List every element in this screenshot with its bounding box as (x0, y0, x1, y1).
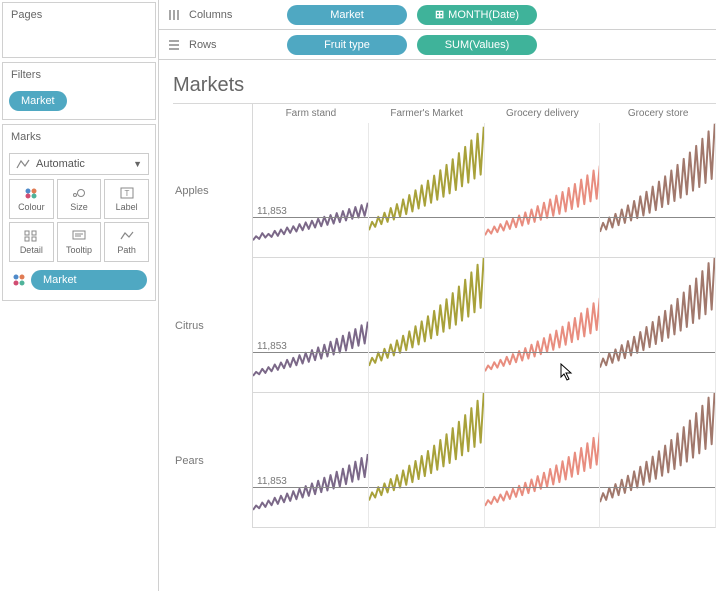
columns-icon (167, 9, 181, 21)
automatic-line-icon (16, 158, 30, 170)
rows-label: Rows (189, 39, 279, 51)
chart-cell[interactable] (369, 258, 485, 393)
chart-cell[interactable]: 11,853 (253, 123, 369, 258)
path-label: Path (117, 245, 136, 255)
size-label: Size (70, 202, 88, 212)
rows-icon (167, 39, 181, 51)
tooltip-button[interactable]: Tooltip (57, 222, 102, 262)
reference-line (600, 217, 715, 218)
path-icon (119, 229, 135, 243)
detail-icon (23, 229, 39, 243)
columns-label: Columns (189, 9, 279, 21)
chart-cell[interactable]: 11,853 (253, 258, 369, 393)
reference-line (369, 217, 484, 218)
expand-icon: ⊞ (435, 8, 444, 21)
marks-type-select[interactable]: Automatic ▼ (9, 153, 149, 175)
filters-label: Filters (3, 63, 155, 87)
marks-type-label: Automatic (36, 158, 85, 170)
chart-cell[interactable] (600, 393, 716, 528)
row-header[interactable]: Apples (173, 123, 253, 258)
rows-pill-fruit-type[interactable]: Fruit type (287, 35, 407, 55)
column-header[interactable]: Farm stand (253, 103, 369, 123)
size-icon (71, 186, 87, 200)
detail-label: Detail (20, 245, 43, 255)
column-header[interactable]: Grocery delivery (485, 103, 601, 123)
sidebar: Pages Filters Market Marks Automatic ▼ (0, 0, 158, 591)
filter-pill-market[interactable]: Market (9, 91, 67, 111)
label-label: Label (116, 202, 138, 212)
main-area: Columns Market ⊞MONTH(Date) Rows Fruit t… (158, 0, 716, 591)
filters-panel: Filters Market (2, 62, 156, 120)
chart-cell[interactable] (600, 258, 716, 393)
tooltip-icon (71, 229, 87, 243)
tooltip-label: Tooltip (66, 245, 92, 255)
columns-shelf[interactable]: Columns Market ⊞MONTH(Date) (159, 0, 716, 30)
column-header[interactable]: Grocery store (600, 103, 716, 123)
colour-icon (11, 272, 27, 288)
label-button[interactable]: T Label (104, 179, 149, 219)
reference-label: 11,853 (257, 206, 287, 217)
detail-button[interactable]: Detail (9, 222, 54, 262)
label-icon: T (119, 186, 135, 200)
colour-icon (23, 186, 39, 200)
chart-cell[interactable] (369, 123, 485, 258)
chart-cell[interactable] (369, 393, 485, 528)
reference-label: 11,853 (257, 476, 287, 487)
rows-shelf[interactable]: Rows Fruit type SUM(Values) (159, 30, 716, 60)
reference-line (485, 487, 600, 488)
viz-title[interactable]: Markets (173, 74, 716, 97)
chart-cell[interactable] (485, 393, 601, 528)
chevron-down-icon: ▼ (133, 159, 142, 169)
reference-line (369, 352, 484, 353)
row-header[interactable]: Citrus (173, 258, 253, 393)
colour-button[interactable]: Colour (9, 179, 54, 219)
reference-line (600, 352, 715, 353)
reference-line (600, 487, 715, 488)
chart-cell[interactable] (600, 123, 716, 258)
chart-cell[interactable]: 11,853 (253, 393, 369, 528)
chart-cell[interactable] (485, 258, 601, 393)
marks-panel: Marks Automatic ▼ Colour S (2, 124, 156, 301)
columns-pill-market[interactable]: Market (287, 5, 407, 25)
rows-pill-sum-values[interactable]: SUM(Values) (417, 35, 537, 55)
marks-label: Marks (3, 125, 155, 149)
columns-pill-month-date[interactable]: ⊞MONTH(Date) (417, 5, 537, 25)
reference-line (485, 352, 600, 353)
pages-shelf[interactable] (3, 27, 155, 57)
reference-line (253, 217, 368, 218)
colour-assignment-pill[interactable]: Market (31, 270, 147, 290)
column-header[interactable]: Farmer's Market (369, 103, 485, 123)
path-button[interactable]: Path (104, 222, 149, 262)
pages-label: Pages (3, 3, 155, 27)
reference-line (253, 487, 368, 488)
row-header[interactable]: Pears (173, 393, 253, 528)
reference-label: 11,853 (257, 341, 287, 352)
viz-canvas: Markets Farm standFarmer's MarketGrocery… (159, 60, 716, 591)
chart-cell[interactable] (485, 123, 601, 258)
reference-line (485, 217, 600, 218)
pages-panel: Pages (2, 2, 156, 58)
svg-text:T: T (124, 189, 129, 198)
size-button[interactable]: Size (57, 179, 102, 219)
reference-line (369, 487, 484, 488)
reference-line (253, 352, 368, 353)
colour-label: Colour (18, 202, 45, 212)
